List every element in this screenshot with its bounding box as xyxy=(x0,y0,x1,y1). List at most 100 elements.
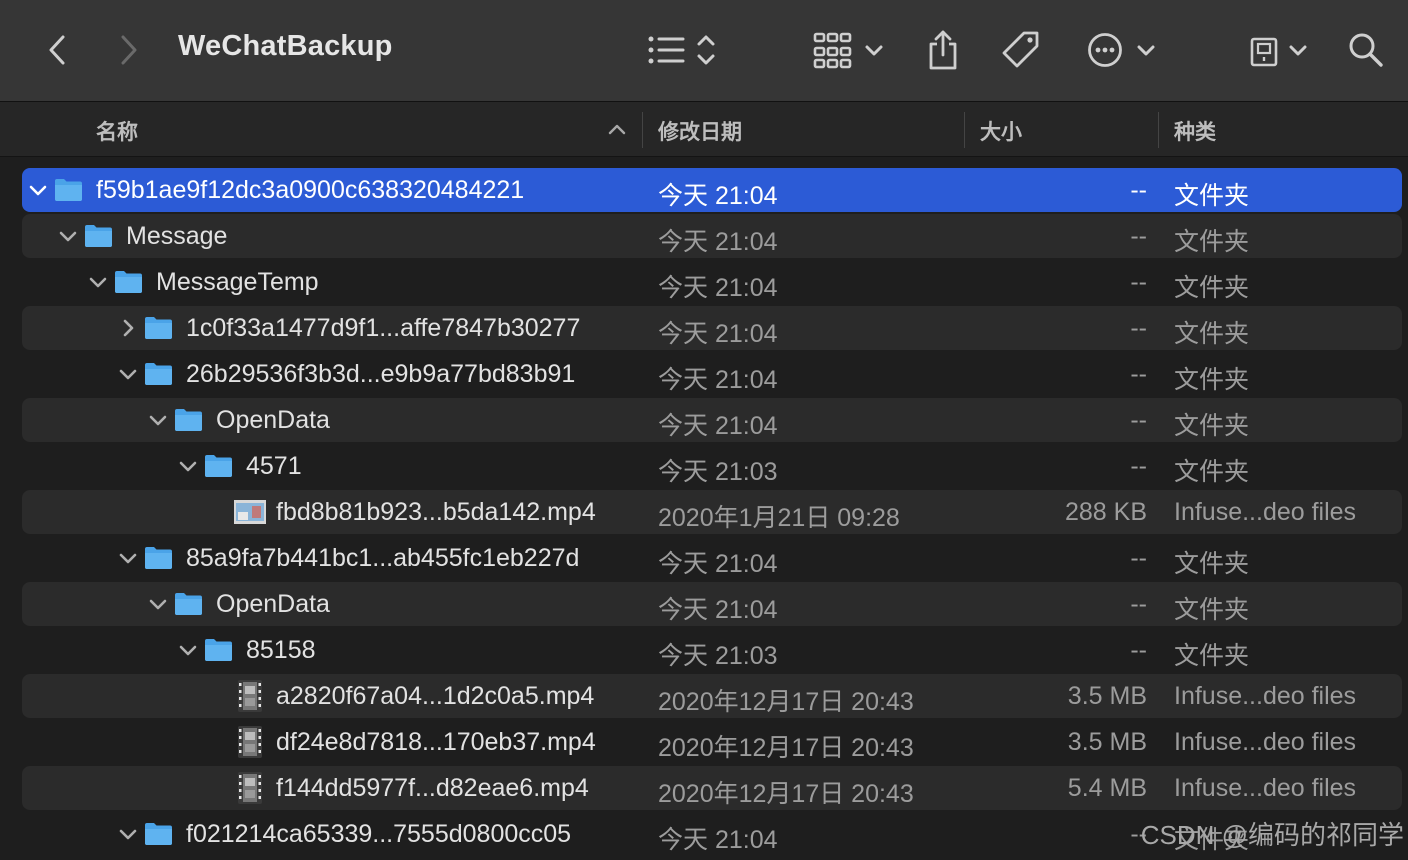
modified-date: 今天 21:04 xyxy=(658,550,778,578)
file-name: 85a9fa7b441bc1...ab455fc1eb227d xyxy=(186,544,580,572)
list-view-icon xyxy=(648,35,715,65)
file-name: 85158 xyxy=(246,636,316,664)
modified-date: 今天 21:04 xyxy=(658,596,778,624)
column-header-bar: 名称 修改日期 大小 种类 xyxy=(0,102,1408,157)
chevron-down-icon[interactable] xyxy=(28,180,48,200)
modified-date: 今天 21:04 xyxy=(658,274,778,302)
folder-icon xyxy=(205,639,232,661)
chevron-down-icon[interactable] xyxy=(178,640,198,660)
more-actions-button[interactable] xyxy=(1084,28,1158,72)
column-divider[interactable] xyxy=(964,112,965,148)
column-header-size[interactable]: 大小 xyxy=(980,116,1022,146)
file-name: MessageTemp xyxy=(156,268,319,296)
modified-date: 今天 21:03 xyxy=(658,458,778,486)
file-size: -- xyxy=(1130,636,1147,664)
search-button[interactable] xyxy=(1344,28,1388,72)
file-name: 1c0f33a1477d9f1...affe7847b30277 xyxy=(186,314,581,342)
column-header-name[interactable]: 名称 xyxy=(96,116,138,146)
file-name: f59b1ae9f12dc3a0900c638320484221 xyxy=(96,176,525,204)
back-button[interactable] xyxy=(40,30,76,70)
file-name: OpenData xyxy=(216,590,330,618)
tag-icon xyxy=(1002,31,1039,68)
watermark: CSDN @编码的祁同学 xyxy=(1140,820,1404,850)
file-row[interactable]: a2820f67a04...1d2c0a5.mp4 2020年12月17日 20:… xyxy=(22,674,1402,718)
file-kind: 文件夹 xyxy=(1174,596,1250,624)
chevron-down-icon xyxy=(865,45,883,56)
modified-date: 今天 21:03 xyxy=(658,642,778,670)
file-row[interactable]: fbd8b81b923...b5da142.mp4 2020年1月21日 09:2… xyxy=(22,490,1402,534)
column-header-kind[interactable]: 种类 xyxy=(1174,116,1216,146)
folder-icon xyxy=(145,547,172,569)
chevron-down-icon[interactable] xyxy=(148,594,168,614)
file-name: f021214ca65339...7555d0800cc05 xyxy=(186,820,572,848)
folder-icon xyxy=(145,823,172,845)
folder-row[interactable]: 85158 今天 21:03 -- 文件夹 xyxy=(22,628,1402,672)
column-divider[interactable] xyxy=(642,112,643,148)
folder-row[interactable]: Message 今天 21:04 -- 文件夹 xyxy=(22,214,1402,258)
chevron-right-icon[interactable] xyxy=(118,318,138,338)
file-kind: 文件夹 xyxy=(1174,320,1250,348)
modified-date: 今天 21:04 xyxy=(658,320,778,348)
file-size: -- xyxy=(1130,406,1147,434)
file-size: 3.5 MB xyxy=(1067,728,1147,756)
modified-date: 2020年1月21日 09:28 xyxy=(658,504,900,532)
column-header-date[interactable]: 修改日期 xyxy=(658,116,742,146)
chevron-down-icon[interactable] xyxy=(88,272,108,292)
chevron-down-icon[interactable] xyxy=(118,548,138,568)
search-icon xyxy=(1349,33,1383,67)
folder-row[interactable]: f59b1ae9f12dc3a0900c638320484221 今天 21:04… xyxy=(22,168,1402,212)
chevron-down-icon[interactable] xyxy=(118,824,138,844)
modified-date: 2020年12月17日 20:43 xyxy=(658,780,914,808)
file-name: f144dd5977f...d82eae6.mp4 xyxy=(276,774,589,802)
file-size: -- xyxy=(1130,268,1147,296)
file-kind: Infuse...deo files xyxy=(1174,728,1357,756)
folder-icon xyxy=(55,179,82,201)
file-kind: Infuse...deo files xyxy=(1174,682,1357,710)
share-button[interactable] xyxy=(922,26,964,74)
forward-button[interactable] xyxy=(110,30,146,70)
folder-icon xyxy=(175,593,202,615)
folder-row[interactable]: OpenData 今天 21:04 -- 文件夹 xyxy=(22,582,1402,626)
file-name: a2820f67a04...1d2c0a5.mp4 xyxy=(276,682,595,710)
file-kind: 文件夹 xyxy=(1174,642,1250,670)
folder-row[interactable]: 4571 今天 21:03 -- 文件夹 xyxy=(22,444,1402,488)
file-row[interactable]: df24e8d7818...170eb37.mp4 2020年12月17日 20:… xyxy=(22,720,1402,764)
tag-button[interactable] xyxy=(998,26,1044,74)
view-mode-button[interactable] xyxy=(642,28,724,72)
folder-icon xyxy=(145,317,172,339)
group-button[interactable] xyxy=(808,28,888,72)
file-row[interactable]: f144dd5977f...d82eae6.mp4 2020年12月17日 20:… xyxy=(22,766,1402,810)
column-divider[interactable] xyxy=(1158,112,1159,148)
modified-date: 2020年12月17日 20:43 xyxy=(658,688,914,716)
file-size: -- xyxy=(1130,314,1147,342)
file-kind: 文件夹 xyxy=(1174,182,1250,210)
modified-date: 今天 21:04 xyxy=(658,182,778,210)
file-name: df24e8d7818...170eb37.mp4 xyxy=(276,728,596,756)
toolbar: WeChatBackup xyxy=(0,0,1408,102)
file-size: -- xyxy=(1130,360,1147,388)
folder-row[interactable]: 26b29536f3b3d...e9b9a77bd83b91 今天 21:04 --… xyxy=(22,352,1402,396)
file-kind: 文件夹 xyxy=(1174,228,1250,256)
chevron-down-icon[interactable] xyxy=(118,364,138,384)
folder-row[interactable]: MessageTemp 今天 21:04 -- 文件夹 xyxy=(22,260,1402,304)
modified-date: 2020年12月17日 20:43 xyxy=(658,734,914,762)
back-icon xyxy=(49,35,65,65)
folder-row[interactable]: OpenData 今天 21:04 -- 文件夹 xyxy=(22,398,1402,442)
sort-ascending-icon[interactable] xyxy=(608,122,626,136)
chevron-down-icon[interactable] xyxy=(178,456,198,476)
file-name: 26b29536f3b3d...e9b9a77bd83b91 xyxy=(186,360,576,388)
file-name: Message xyxy=(126,222,228,250)
modified-date: 今天 21:04 xyxy=(658,826,778,854)
folder-row[interactable]: 85a9fa7b441bc1...ab455fc1eb227d 今天 21:04 -… xyxy=(22,536,1402,580)
chevron-down-icon[interactable] xyxy=(148,410,168,430)
video-thumbnail-icon xyxy=(234,500,266,524)
file-size: -- xyxy=(1130,590,1147,618)
drive-button[interactable] xyxy=(1244,28,1308,72)
folder-row[interactable]: 1c0f33a1477d9f1...affe7847b30277 今天 21:04… xyxy=(22,306,1402,350)
file-size: -- xyxy=(1130,544,1147,572)
file-kind: Infuse...deo files xyxy=(1174,774,1357,802)
file-size: 3.5 MB xyxy=(1067,682,1147,710)
chevron-down-icon[interactable] xyxy=(58,226,78,246)
folder-icon xyxy=(85,225,112,247)
more-icon xyxy=(1088,33,1155,67)
